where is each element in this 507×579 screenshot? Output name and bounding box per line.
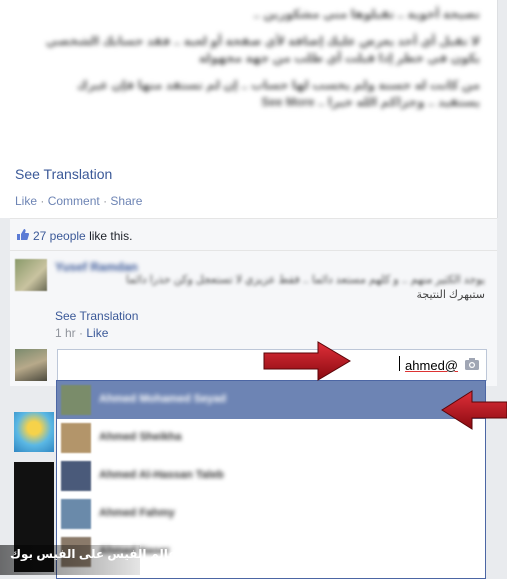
avatar <box>61 385 91 415</box>
suggestion-name: Ahmed Mohamed Seyad <box>99 393 227 405</box>
avatar <box>61 461 91 491</box>
likes-suffix: like this. <box>89 229 133 243</box>
suggestion-item[interactable]: Ahmed Mohamed Seyad <box>57 381 485 419</box>
separator: · <box>79 326 84 340</box>
red-arrow-icon <box>263 341 351 381</box>
comment-text-line: يوجد الكثير منهم .. و كلهم مستعد دائما .… <box>125 274 485 286</box>
suggestion-item[interactable]: Ahmed Fahmy <box>57 495 485 533</box>
suggestion-item[interactable]: Ahmed Sheikha <box>57 419 485 457</box>
thumbs-up-icon <box>16 228 29 244</box>
red-arrow-icon <box>441 390 507 430</box>
comment-like-link[interactable]: Like <box>86 326 108 340</box>
comments-section: Yusef Ramdan يوجد الكثير منهم .. و كلهم … <box>10 250 497 386</box>
avatar[interactable] <box>15 259 47 291</box>
suggestion-item[interactable]: Ahmed Al-Hassan Taleb <box>57 457 485 495</box>
comment-text: يوجد الكثير منهم .. و كلهم مستعد دائما .… <box>55 273 485 303</box>
post-actions: Like · Comment · Share <box>15 194 142 208</box>
post-body: نصيحة أخوية .. تقبلوها مني مشكورين .. لا… <box>40 6 480 121</box>
post-paragraph: لا تقبل أي أحد يعرض عليك إضافة لأي صفحة … <box>45 34 480 65</box>
post-paragraph: نصيحة أخوية .. تقبلوها مني مشكورين .. <box>253 7 480 21</box>
comment-meta: 1 hr · Like <box>55 326 108 340</box>
suggestion-name: Ahmed Al-Hassan Taleb <box>99 469 224 481</box>
comment-link[interactable]: Comment <box>48 194 100 208</box>
comment-text-line: ستبهرك النتيجة <box>416 289 485 301</box>
share-link[interactable]: Share <box>110 194 142 208</box>
comment-see-translation-link[interactable]: See Translation <box>55 309 138 323</box>
page-thumbnail[interactable] <box>14 412 54 452</box>
likes-count-link[interactable]: 27 people <box>33 229 86 243</box>
post-card: نصيحة أخوية .. تقبلوها مني مشكورين .. لا… <box>0 0 498 218</box>
suggestion-name: Ahmed Fahmy <box>99 507 175 519</box>
like-link[interactable]: Like <box>15 194 37 208</box>
post-paragraph: من كانت له حسنة ولم يحسب لها حساب .. إن … <box>76 78 480 109</box>
avatar <box>61 499 91 529</box>
camera-icon[interactable] <box>465 358 479 373</box>
suggestion-name: Ahmed Sheikha <box>99 431 182 443</box>
avatar <box>61 423 91 453</box>
comment-input-value: ahmed@ <box>405 358 458 373</box>
separator: · <box>40 194 45 208</box>
see-translation-link[interactable]: See Translation <box>15 166 112 182</box>
text-caret <box>399 356 400 371</box>
comment-time[interactable]: 1 hr <box>55 326 76 340</box>
separator: · <box>103 194 108 208</box>
likes-summary: 27 people like this. <box>10 218 497 251</box>
watermark-text: عالم الفيس على الفيس بوك <box>10 547 177 561</box>
avatar <box>15 349 47 381</box>
comment-author[interactable]: Yusef Ramdan <box>55 260 138 274</box>
